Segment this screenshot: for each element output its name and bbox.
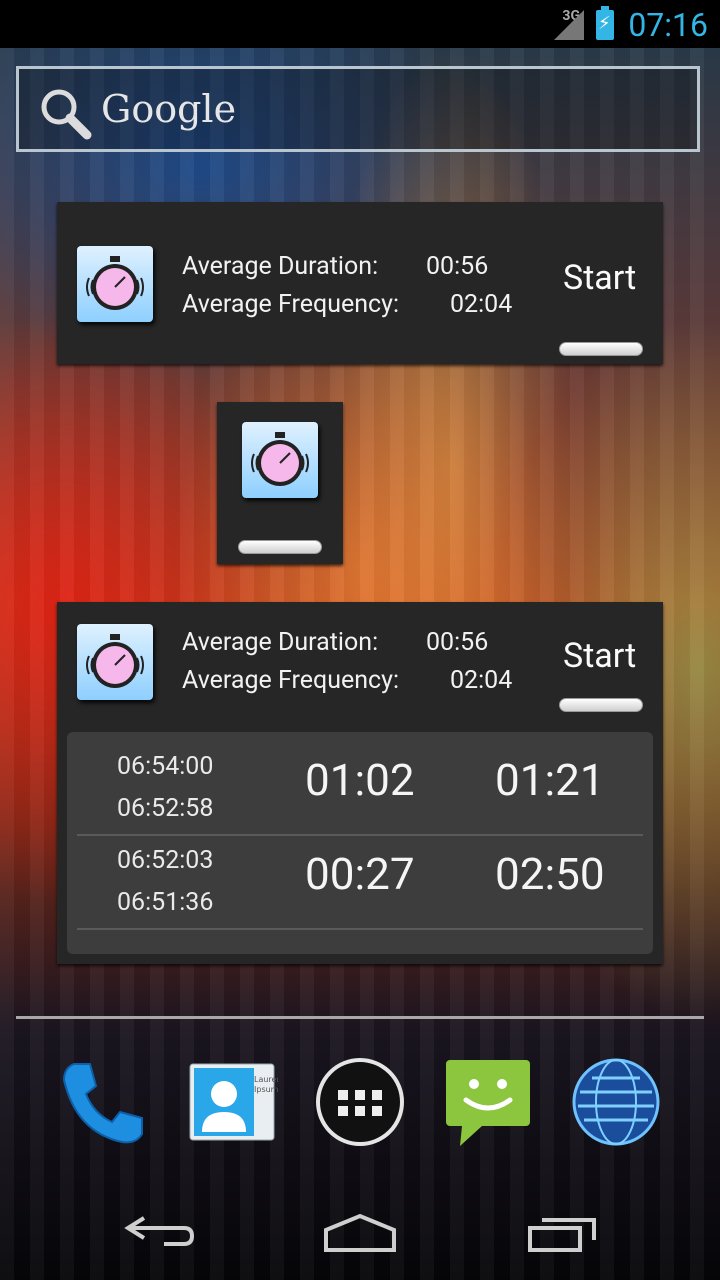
back-icon[interactable] [124,1210,196,1258]
status-bar: 3G ⚡ 07:16 [0,0,720,48]
avg-duration-value: 00:56 [426,252,489,281]
history-frequency: 02:50 [495,848,605,900]
history-end-time: 06:54:00 [117,752,214,781]
row-divider [77,928,643,930]
stats-block: Average Duration: 00:56 Average Frequenc… [182,248,512,324]
contacts-icon[interactable]: Lauren Ipsum [186,1056,282,1148]
history-start-time: 06:51:36 [117,888,214,917]
messaging-icon[interactable] [442,1056,534,1148]
phone-icon[interactable] [56,1056,148,1148]
history-times: 06:52:03 06:51:36 [117,840,213,924]
avg-duration-label: Average Duration: [182,252,379,281]
home-icon[interactable] [322,1210,398,1258]
avg-frequency-value: 02:04 [450,290,513,319]
history-list[interactable]: 06:54:00 06:52:58 01:02 01:21 06:52:03 0… [67,732,653,954]
signal-icon [554,10,584,40]
svg-text:Lauren: Lauren [254,1075,278,1084]
recents-icon[interactable] [526,1210,598,1258]
clock: 07:16 [628,6,708,44]
apps-drawer-icon[interactable] [314,1056,406,1148]
stopwatch-icon[interactable] [77,624,153,700]
avg-frequency-label: Average Frequency: [182,666,400,695]
history-start-time: 06:52:58 [117,794,214,823]
search-placeholder: Google [101,87,237,131]
timer-widget-large: Average Duration: 00:56 Average Frequenc… [57,202,663,364]
google-search-bar[interactable]: Google [16,66,700,152]
history-duration: 01:02 [305,754,415,806]
svg-text:Ipsum: Ipsum [254,1085,278,1094]
history-duration: 00:27 [305,848,415,900]
browser-icon[interactable] [570,1056,662,1148]
history-end-time: 06:52:03 [117,846,214,875]
avg-frequency-label: Average Frequency: [182,290,400,319]
start-button[interactable]: Start [563,258,636,298]
battery-icon: ⚡ [596,6,614,40]
avg-duration-value: 00:56 [426,628,489,657]
start-indicator [238,540,322,554]
avg-duration-label: Average Duration: [182,628,379,657]
start-indicator [559,698,643,712]
avg-frequency-value: 02:04 [450,666,513,695]
history-row[interactable]: 06:52:03 06:51:36 00:27 02:50 [77,826,643,918]
stopwatch-icon[interactable] [77,246,153,322]
history-times: 06:54:00 06:52:58 [117,746,213,830]
history-row[interactable]: 06:54:00 06:52:58 01:02 01:21 [77,732,643,824]
stats-block: Average Duration: 00:56 Average Frequenc… [182,624,512,700]
timer-widget-small [217,402,343,564]
stopwatch-icon[interactable] [242,422,318,498]
search-icon [37,85,93,145]
timer-widget-history: Average Duration: 00:56 Average Frequenc… [57,602,663,964]
history-frequency: 01:21 [495,754,605,806]
start-indicator [559,342,643,356]
dock-divider [16,1016,704,1019]
start-button[interactable]: Start [563,636,636,676]
